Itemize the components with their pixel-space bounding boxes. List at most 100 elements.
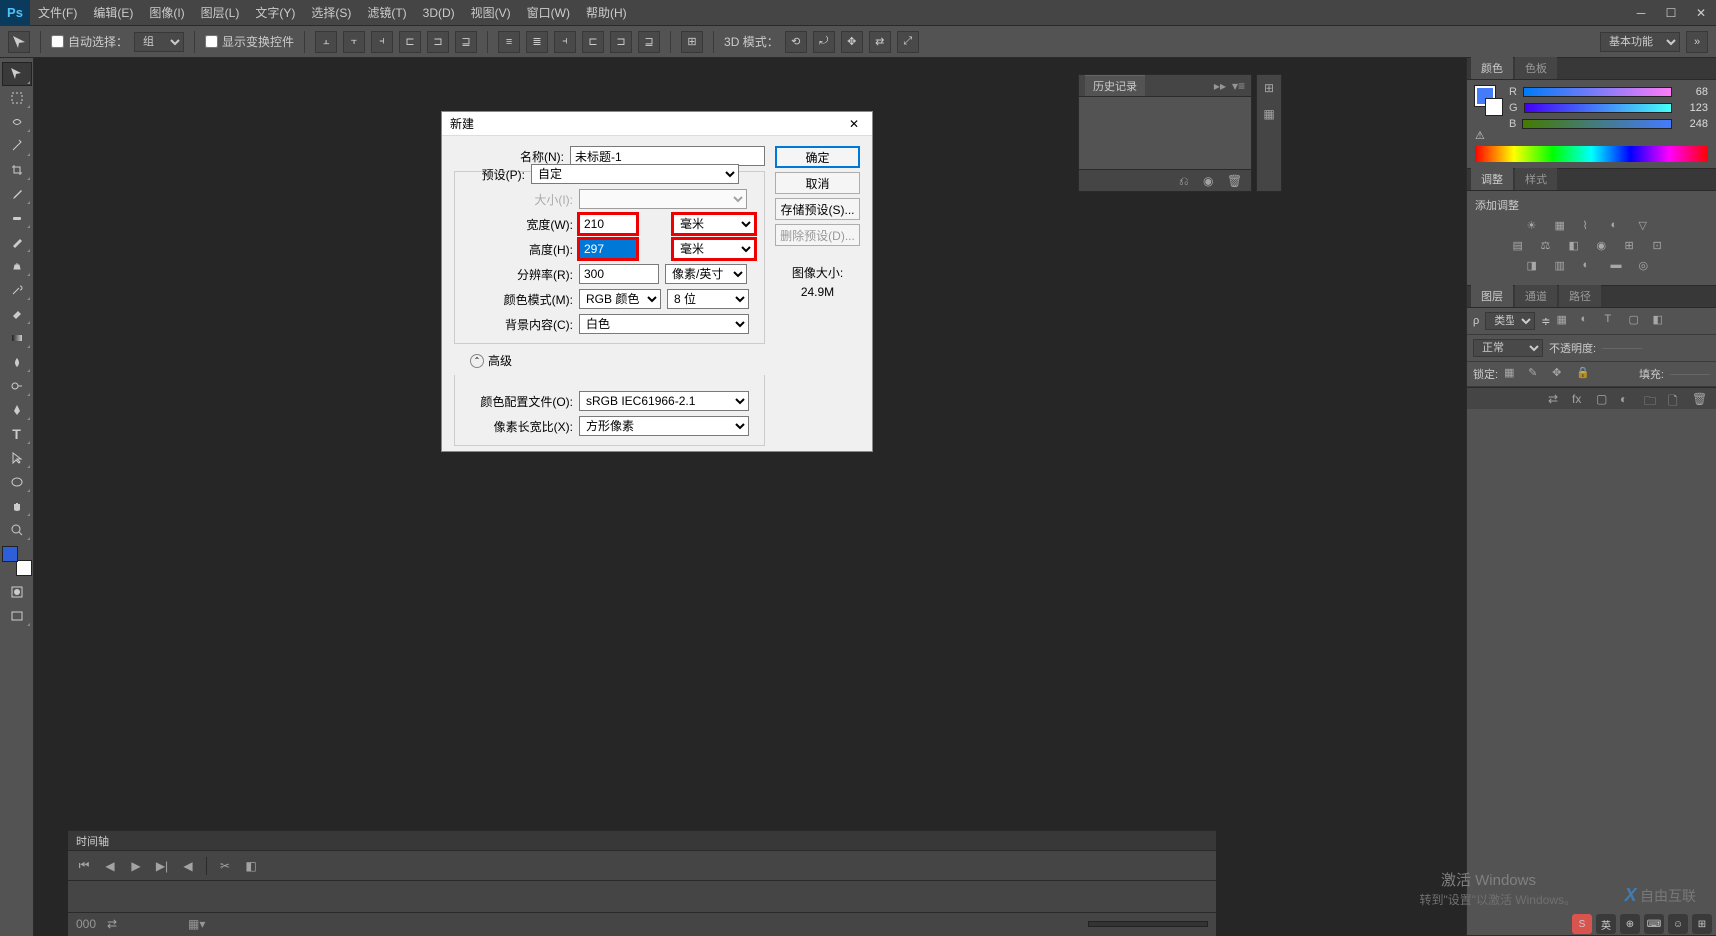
name-input[interactable] — [570, 146, 765, 166]
menu-help[interactable]: 帮助(H) — [578, 0, 635, 26]
timeline-zoom-slider[interactable] — [1088, 921, 1208, 927]
path-selection-tool[interactable] — [2, 446, 32, 470]
align-top-icon[interactable]: ⫠ — [315, 31, 337, 53]
opacity-value[interactable] — [1602, 348, 1642, 349]
new-group-icon[interactable]: 🗀 — [1644, 392, 1660, 406]
dock-icon-2[interactable]: ▦ — [1263, 107, 1274, 121]
blur-tool[interactable] — [2, 350, 32, 374]
workspace-dropdown[interactable]: 基本功能 — [1600, 32, 1680, 52]
timeline-next-icon[interactable]: ▶| — [154, 858, 170, 874]
tab-swatches[interactable]: 色板 — [1515, 57, 1557, 79]
hand-tool[interactable] — [2, 494, 32, 518]
history-snapshot-icon[interactable]: ◉ — [1203, 174, 1219, 188]
new-layer-icon[interactable]: 🗋 — [1668, 392, 1684, 406]
colorbalance-icon[interactable]: ⚖ — [1541, 239, 1559, 255]
height-input[interactable] — [579, 239, 637, 259]
tab-history[interactable]: 历史记录 — [1085, 75, 1145, 96]
tab-channels[interactable]: 通道 — [1515, 285, 1557, 307]
magic-wand-tool[interactable] — [2, 134, 32, 158]
profile-dropdown[interactable]: sRGB IEC61966-2.1 — [579, 391, 749, 411]
threshold-icon[interactable]: ◐ — [1583, 259, 1601, 275]
shape-tool[interactable] — [2, 470, 32, 494]
filter-smart-icon[interactable]: ◧ — [1652, 313, 1670, 329]
lock-all-icon[interactable]: 🔒 — [1576, 366, 1594, 382]
channelmixer-icon[interactable]: ⊞ — [1625, 239, 1643, 255]
type-tool[interactable]: T — [2, 422, 32, 446]
3d-roll-icon[interactable]: ⤾ — [813, 31, 835, 53]
link-layers-icon[interactable]: ⇄ — [1548, 392, 1564, 406]
timeline-header[interactable]: 时间轴 — [68, 831, 1216, 851]
save-preset-button[interactable]: 存储预设(S)... — [775, 198, 860, 220]
levels-icon[interactable]: ▦ — [1555, 219, 1573, 235]
timeline-play-icon[interactable]: ▶ — [128, 858, 144, 874]
timeline-prev-icon[interactable]: ◀ — [102, 858, 118, 874]
resolution-input[interactable] — [579, 264, 659, 284]
ime-lang[interactable]: 英 — [1596, 914, 1616, 934]
menu-select[interactable]: 选择(S) — [303, 0, 359, 26]
cancel-button[interactable]: 取消 — [775, 172, 860, 194]
fill-value[interactable] — [1670, 374, 1710, 375]
marquee-tool[interactable] — [2, 86, 32, 110]
blend-mode-dropdown[interactable]: 正常 — [1473, 339, 1543, 357]
photofilter-icon[interactable]: ◉ — [1597, 239, 1615, 255]
exposure-icon[interactable]: ◐ — [1611, 219, 1629, 235]
distribute-4-icon[interactable]: ⊏ — [582, 31, 604, 53]
3d-pan-icon[interactable]: ✥ — [841, 31, 863, 53]
menu-filter[interactable]: 滤镜(T) — [359, 0, 414, 26]
tab-styles[interactable]: 样式 — [1515, 168, 1557, 190]
panel-menu-icon[interactable]: ▾≡ — [1232, 79, 1245, 93]
filter-shape-icon[interactable]: ▢ — [1628, 313, 1646, 329]
align-bottom-icon[interactable]: ⫞ — [371, 31, 393, 53]
screenmode-tool[interactable] — [2, 604, 32, 628]
filter-pixel-icon[interactable]: ▦ — [1556, 313, 1574, 329]
close-button[interactable]: ✕ — [1686, 3, 1716, 23]
align-hcenter-icon[interactable]: ⊐ — [427, 31, 449, 53]
timeline-settings-icon[interactable]: ⇄ — [104, 916, 120, 932]
b-slider[interactable] — [1522, 119, 1672, 129]
dialog-titlebar[interactable]: 新建 ✕ — [442, 112, 872, 136]
move-tool[interactable] — [2, 62, 32, 86]
brush-tool[interactable] — [2, 230, 32, 254]
crop-tool[interactable] — [2, 158, 32, 182]
hue-icon[interactable]: ▤ — [1513, 239, 1531, 255]
width-input[interactable] — [579, 214, 637, 234]
ime-icon[interactable]: S — [1572, 914, 1592, 934]
g-value[interactable]: 123 — [1678, 102, 1708, 114]
distribute-1-icon[interactable]: ≡ — [498, 31, 520, 53]
ime-misc3-icon[interactable]: ☺ — [1668, 914, 1688, 934]
color-spectrum[interactable] — [1475, 146, 1708, 162]
posterize-icon[interactable]: ▥ — [1555, 259, 1573, 275]
workspace-menu-icon[interactable]: » — [1686, 31, 1708, 53]
pen-tool[interactable] — [2, 398, 32, 422]
align-right-icon[interactable]: ⊒ — [455, 31, 477, 53]
3d-slide-icon[interactable]: ⇄ — [869, 31, 891, 53]
zoom-tool[interactable] — [2, 518, 32, 542]
colordepth-dropdown[interactable]: 8 位 — [667, 289, 749, 309]
bw-icon[interactable]: ◧ — [1569, 239, 1587, 255]
color-swatches[interactable] — [2, 546, 32, 576]
timeline-first-icon[interactable]: ⏮ — [76, 858, 92, 874]
dialog-close-button[interactable]: ✕ — [844, 115, 864, 133]
gradient-tool[interactable] — [2, 326, 32, 350]
timeline-transition-icon[interactable]: ◧ — [243, 858, 259, 874]
r-value[interactable]: 68 — [1678, 86, 1708, 98]
minimize-button[interactable]: ─ — [1626, 3, 1656, 23]
layer-fx-icon[interactable]: fx — [1572, 392, 1588, 406]
lock-pixel-icon[interactable]: ✎ — [1528, 366, 1546, 382]
distribute-6-icon[interactable]: ⊒ — [638, 31, 660, 53]
advanced-toggle[interactable]: ⌃ 高级 — [470, 352, 765, 369]
menu-window[interactable]: 窗口(W) — [519, 0, 578, 26]
filter-type-icon[interactable]: T — [1604, 313, 1622, 329]
maximize-button[interactable]: ☐ — [1656, 3, 1686, 23]
auto-select-checkbox[interactable]: 自动选择： — [51, 33, 128, 50]
eraser-tool[interactable] — [2, 302, 32, 326]
tab-color[interactable]: 颜色 — [1471, 57, 1513, 79]
menu-file[interactable]: 文件(F) — [30, 0, 85, 26]
lock-trans-icon[interactable]: ▦ — [1504, 366, 1522, 382]
vibrance-icon[interactable]: ▽ — [1639, 219, 1657, 235]
menu-image[interactable]: 图像(I) — [141, 0, 192, 26]
tab-layers[interactable]: 图层 — [1471, 285, 1513, 307]
timeline-cut-icon[interactable]: ✂ — [217, 858, 233, 874]
panel-collapse-icon[interactable]: ▸▸ — [1214, 79, 1226, 93]
timeline-track[interactable] — [68, 881, 1216, 913]
